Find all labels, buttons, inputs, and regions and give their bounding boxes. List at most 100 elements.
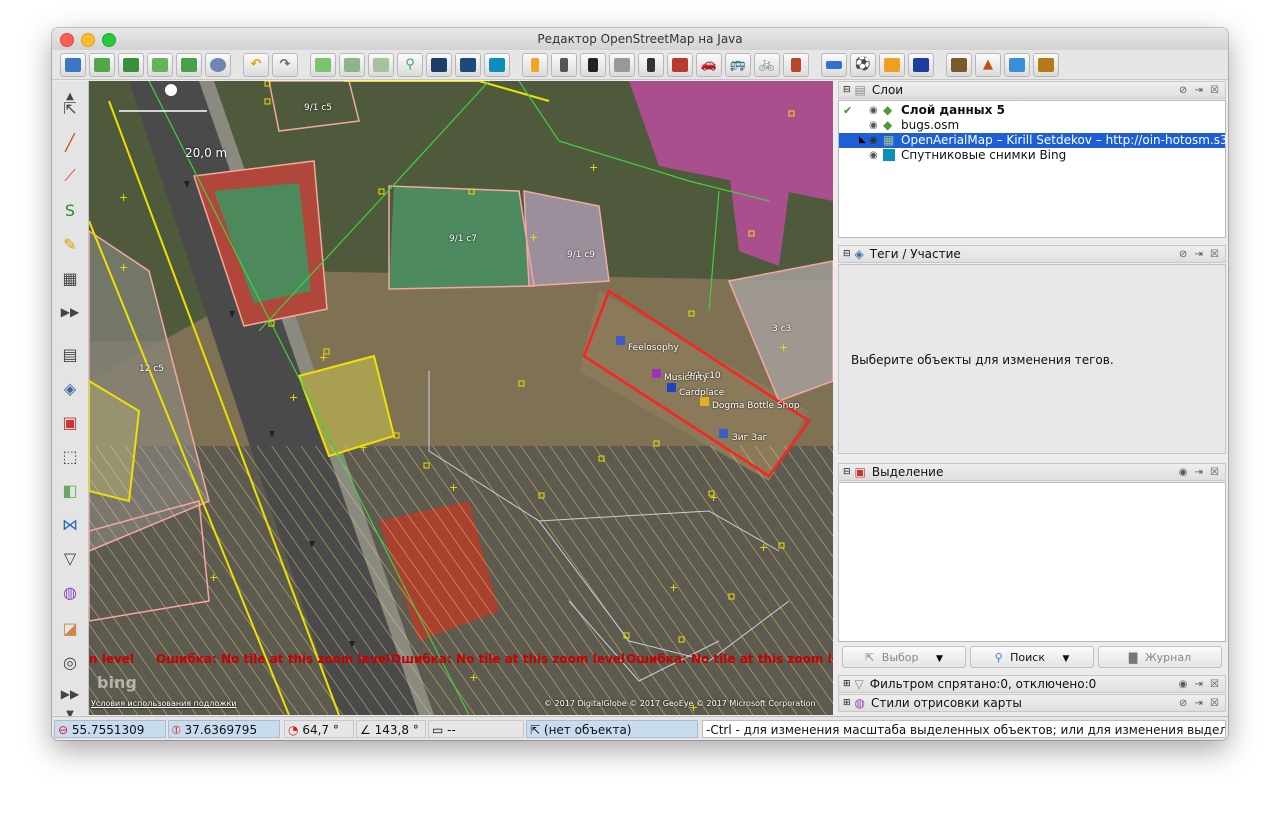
building-tool-icon[interactable]: ▦ (56, 265, 84, 291)
relations-toggle-icon[interactable]: ⬚ (56, 443, 84, 469)
wall-icon[interactable] (667, 52, 693, 77)
collapse-icon[interactable]: ⊟ (843, 463, 851, 481)
rail-icon[interactable] (580, 52, 606, 77)
styles-panel-header[interactable]: ⊞ ◍ Стили отрисовки карты ⊘ ⇥ ☒ (838, 694, 1226, 712)
peak-icon[interactable]: ▲ (975, 52, 1001, 77)
paint-icon[interactable] (426, 52, 452, 77)
layer-row[interactable]: ◉ Спутниковые снимки Bing (839, 148, 1225, 163)
road-alt-icon[interactable] (551, 52, 577, 77)
styles-toggle-icon[interactable]: ◍ (56, 579, 84, 605)
angle-value: 143,8 ° (374, 723, 419, 737)
selection-toggle-icon[interactable]: ▣ (56, 409, 84, 435)
zoom-window-button[interactable] (102, 33, 116, 47)
redo-icon[interactable]: ↷ (272, 52, 298, 77)
expand-icon[interactable]: ⊞ (843, 694, 851, 712)
draw-tool-icon[interactable]: ╱ (56, 129, 84, 155)
selection-panel-header[interactable]: ⊟ ▣ Выделение ◉ ⇥ ☒ (838, 463, 1226, 481)
object-value: (нет объекта) (543, 723, 632, 737)
road-icon[interactable] (522, 52, 548, 77)
globe-toggle-icon[interactable]: ◎ (56, 649, 84, 675)
chevron-down-icon[interactable]: ▼ (936, 654, 943, 664)
bing-terms-link[interactable]: Условия использования подложки (91, 699, 237, 708)
industry-icon[interactable] (946, 52, 972, 77)
panel-buttons[interactable]: ◉ ⇥ ☒ (1179, 676, 1221, 694)
side-panels: ⊟ ▤ Слои ⊘ ⇥ ☒ ✔ ◉ ◆ Слой данных 5 ◉ ◆ b… (836, 81, 1228, 715)
building-label: 9/1 c7 (449, 234, 478, 244)
hotel-icon[interactable] (821, 52, 847, 77)
wms-layer-icon[interactable] (339, 52, 365, 77)
selection-list[interactable] (838, 482, 1226, 642)
visibility-eye-icon[interactable]: ◉ (869, 118, 878, 133)
svg-text:+: + (529, 231, 538, 244)
panel-buttons[interactable]: ⊘ ⇥ ☒ (1179, 82, 1221, 100)
more-tools-icon[interactable]: ▶▶ (56, 299, 84, 325)
railway-icon[interactable] (783, 52, 809, 77)
visibility-eye-icon[interactable]: ◉ (869, 133, 878, 148)
visibility-eye-icon[interactable]: ◉ (869, 103, 878, 118)
layer-row-selected[interactable]: ◣ ◉ ▦ OpenAerialMap – Kirill Setdekov – … (839, 133, 1228, 148)
map-view[interactable]: + + + + + + + + + + + + + + + 20,0 m 9/1 c5 (89, 81, 833, 715)
layers-toggle-icon[interactable]: ▤ (56, 341, 84, 367)
bicycle-icon[interactable]: 🚲 (754, 52, 780, 77)
download-along-icon[interactable] (118, 52, 144, 77)
download-data-icon[interactable] (147, 52, 173, 77)
latitude-field: ⊖ 55.7551309 (54, 720, 166, 738)
close-window-button[interactable] (60, 33, 74, 47)
minimize-window-button[interactable] (81, 33, 95, 47)
upload-icon[interactable] (176, 52, 202, 77)
sport-icon[interactable]: ⚽ (850, 52, 876, 77)
barrier-icon[interactable] (609, 52, 635, 77)
data-layer-icon: ◆ (883, 118, 893, 132)
tags-panel-header[interactable]: ⊟ ◈ Теги / Участие ⊘ ⇥ ☒ (838, 245, 1226, 263)
longitude-icon: ⦶ (172, 723, 181, 737)
filter-panel-header[interactable]: ⊞ ▽ Фильтром спрятано:0, отключено:0 ◉ ⇥… (838, 675, 1226, 693)
visibility-eye-icon[interactable]: ◉ (869, 148, 878, 163)
bing-icon[interactable] (484, 52, 510, 77)
zoom-extent-icon[interactable] (310, 52, 336, 77)
layer-row[interactable]: ✔ ◉ ◆ Слой данных 5 (839, 103, 1225, 118)
wms-icon[interactable] (368, 52, 394, 77)
download-icon[interactable] (89, 52, 115, 77)
panel-buttons[interactable]: ⊘ ⇥ ☒ (1179, 695, 1221, 713)
conflict-toggle-icon[interactable]: ⋈ (56, 511, 84, 537)
open-icon[interactable] (60, 52, 86, 77)
styles-panel-title: Стили отрисовки карты (871, 696, 1022, 710)
collapse-icon[interactable]: ⊟ (843, 245, 851, 263)
layers-panel-header[interactable]: ⊟ ▤ Слои ⊘ ⇥ ☒ (838, 81, 1226, 99)
search-button[interactable]: ⚲ Поиск ▼ (970, 646, 1094, 668)
history-icon: ▇ (1128, 651, 1138, 664)
bus-icon[interactable]: 🚌 (725, 52, 751, 77)
search-icon[interactable]: ⚲ (397, 52, 423, 77)
layer-row[interactable]: ◉ ◆ bugs.osm (839, 118, 1225, 133)
parallel-way-icon[interactable]: S (56, 197, 84, 223)
car-icon[interactable]: 🚗 (696, 52, 722, 77)
shop-icon[interactable] (879, 52, 905, 77)
history-toggle-icon[interactable]: ◧ (56, 477, 84, 503)
preferences-icon[interactable] (205, 52, 231, 77)
building-label: 3 c3 (772, 324, 792, 334)
expand-icon[interactable]: ⊞ (843, 675, 851, 693)
tags-toggle-icon[interactable]: ◈ (56, 375, 84, 401)
layers-icon: ▤ (854, 83, 866, 97)
paint-alt-icon[interactable] (455, 52, 481, 77)
panel-buttons[interactable]: ⊘ ⇥ ☒ (1179, 246, 1221, 264)
select-tool-icon[interactable]: ⇱ (56, 95, 84, 121)
chevron-down-icon[interactable]: ▼ (1062, 654, 1069, 664)
validator-toggle-icon[interactable]: ◪ (56, 615, 84, 641)
info-icon[interactable] (908, 52, 934, 77)
latitude-value: 55.7551309 (71, 723, 145, 737)
pencil-icon[interactable]: ✎ (56, 231, 84, 257)
history-button[interactable]: ▇ Журнал (1098, 646, 1222, 668)
collapse-icon[interactable]: ⊟ (843, 81, 851, 99)
water-icon[interactable] (1004, 52, 1030, 77)
select-button[interactable]: ⇱ Выбор ▼ (842, 646, 966, 668)
traffic-light-icon[interactable] (638, 52, 664, 77)
filter-toggle-icon[interactable]: ▽ (56, 545, 84, 571)
offset-icon: ◣ (859, 135, 866, 145)
undo-icon[interactable]: ↶ (243, 52, 269, 77)
improve-way-icon[interactable]: ⟋ (56, 163, 84, 189)
filter-panel-title: Фильтром спрятано:0, отключено:0 (869, 677, 1097, 691)
castle-icon[interactable] (1033, 52, 1059, 77)
layer-label: OpenAerialMap – Kirill Setdekov – http:/… (901, 133, 1228, 147)
panel-buttons[interactable]: ◉ ⇥ ☒ (1179, 464, 1221, 482)
